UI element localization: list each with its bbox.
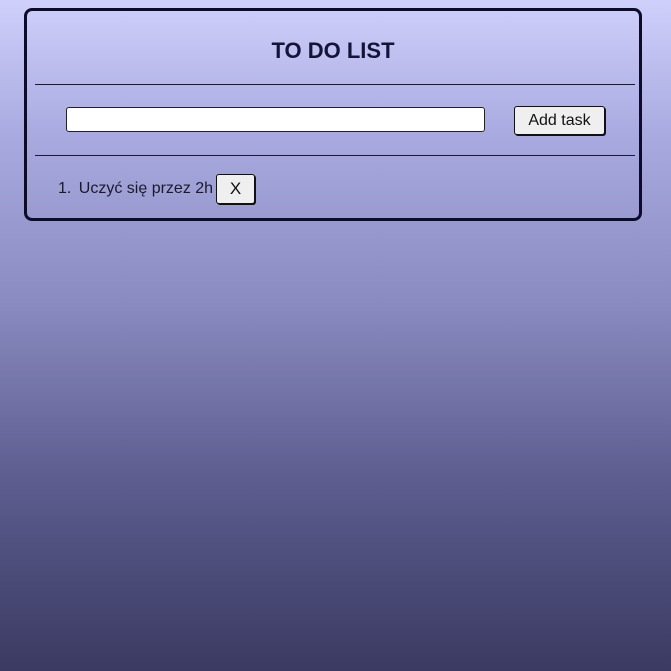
delete-task-button[interactable]: X: [216, 174, 256, 204]
task-label: Uczyć się przez 2h: [78, 180, 214, 197]
todo-panel: TO DO LIST Add task 1. Uczyć się przez 2…: [24, 8, 642, 221]
task-input[interactable]: [66, 107, 485, 132]
page-title: TO DO LIST: [271, 38, 395, 63]
header-divider: [35, 84, 635, 85]
task-number: 1.: [58, 180, 72, 197]
list-divider: [35, 155, 635, 156]
add-task-button[interactable]: Add task: [514, 106, 605, 135]
task-list: 1. Uczyć się przez 2h X: [58, 174, 256, 204]
list-item: 1. Uczyć się przez 2h X: [58, 174, 256, 204]
